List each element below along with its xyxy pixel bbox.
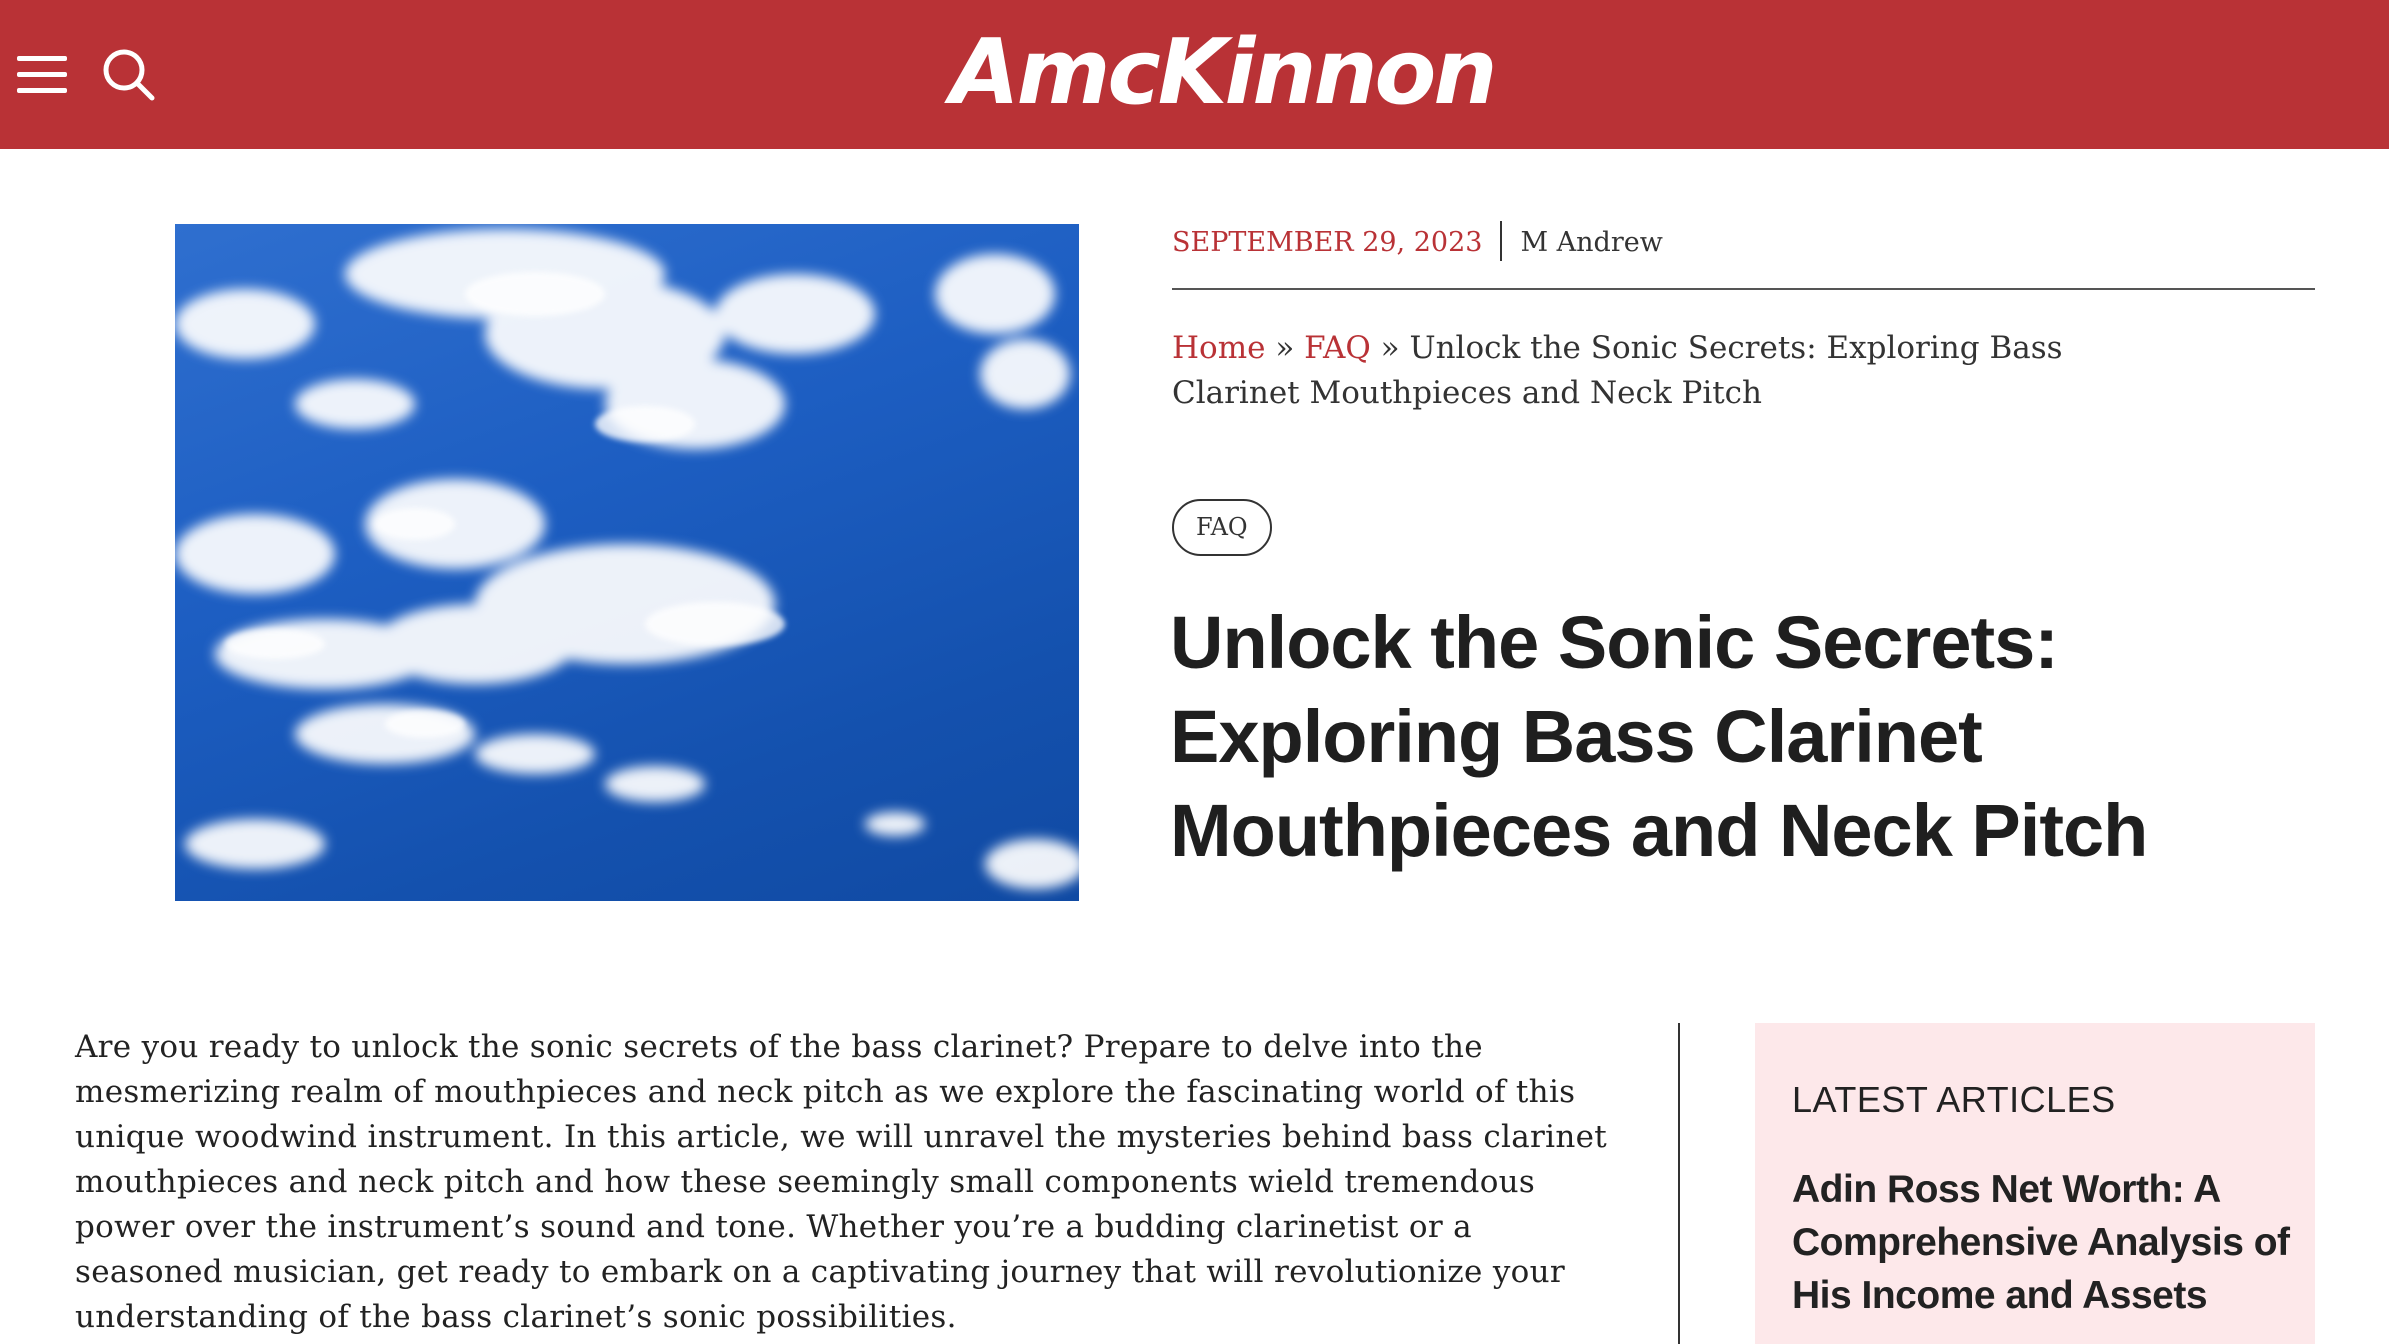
post-title: Unlock the Sonic Secrets: Exploring Bass… [1170,601,2148,872]
breadcrumb-category-link[interactable]: FAQ [1304,330,1371,366]
post-author[interactable]: M Andrew [1520,227,1662,258]
category-tag[interactable]: FAQ [1172,499,1272,556]
article-intro: Are you ready to unlock the sonic secret… [75,1029,1608,1335]
sidebar-article-link[interactable]: Adin Ross Net Worth: A Comprehensive Ana… [1792,1163,2292,1322]
breadcrumb-separator: » [1275,330,1295,366]
sidebar-heading: LATEST ARTICLES [1792,1079,2116,1120]
post-meta: SEPTEMBER 29, 2023 M Andrew [1172,220,2315,290]
breadcrumb-separator: » [1380,330,1400,366]
latest-articles-sidebar: LATEST ARTICLES Adin Ross Net Worth: A C… [1755,1023,2315,1344]
meta-divider [1500,220,1503,261]
meta-rule [1172,288,2315,290]
search-icon[interactable] [100,46,158,104]
hamburger-menu-icon[interactable] [17,52,69,96]
breadcrumb: Home » FAQ » Unlock the Sonic Secrets: E… [1172,326,2172,416]
site-header: AmcKinnon [0,0,2389,149]
featured-image [175,224,1079,901]
site-logo[interactable]: AmcKinnon [950,18,1497,128]
column-divider [1678,1023,1680,1344]
breadcrumb-home-link[interactable]: Home [1172,330,1265,366]
post-date[interactable]: SEPTEMBER 29, 2023 [1172,227,1482,258]
